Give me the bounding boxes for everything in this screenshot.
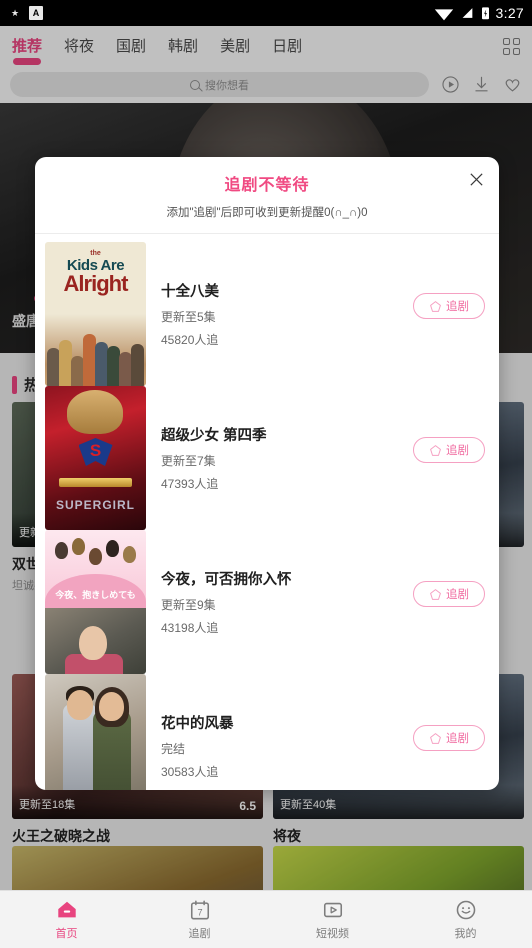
poster-logo: 今夜、抱きしめても [55,590,136,600]
follow-button-label: 追剧 [446,733,469,745]
show-title: 今夜，可否拥你入怀 [161,572,292,588]
status-bar: ★ A 3:27 [0,0,532,26]
show-episodes: 更新至7集 [161,454,216,468]
follow-button[interactable]: 追剧 [413,437,485,463]
poster-face-male [67,690,93,720]
close-icon[interactable] [465,168,487,190]
poster-face [79,626,107,660]
battery-icon [481,7,489,20]
show-poster [45,674,146,790]
show-followers: 30583人追 [161,765,219,779]
list-item[interactable]: 今夜、抱きしめても 今夜，可否拥你入怀 更新至9集 43198人追 追剧 [35,522,499,674]
status-bar-right: 3:27 [433,2,524,24]
nav-label-home: 首页 [55,927,78,940]
poster-logo: SUPERGIRL [55,498,135,512]
nav-item-mine[interactable]: 我的 [399,899,532,941]
list-item[interactable]: 花中的风暴 完结 30583人追 追剧 [35,666,499,790]
follow-button-label: 追剧 [446,301,469,313]
app-badge-icon: ★ [10,8,20,18]
list-item[interactable]: the Kids Are Alright 十全八美 更新至5集 45820人追 … [35,234,499,386]
app-root: ★ A 3:27 推荐 将夜 国剧 韩剧 美剧 日剧 搜你想看 盛唐 更新至18… [0,0,532,948]
follow-button[interactable]: 追剧 [413,581,485,607]
nav-label-mine: 我的 [454,927,477,940]
show-followers: 43198人追 [161,621,219,635]
show-poster: the Kids Are Alright [45,242,146,386]
follow-shows-dialog: 追剧不等待 添加"追剧"后即可收到更新提醒0(∩_∩)0 the Kids Ar… [35,157,499,790]
show-info: 今夜，可否拥你入怀 更新至9集 43198人追 [146,530,413,674]
show-poster: 今夜、抱きしめても [45,530,146,674]
svg-text:7: 7 [197,907,202,917]
show-info: 花中的风暴 完结 30583人追 [146,674,413,790]
list-item[interactable]: SUPERGIRL 超级少女 第四季 更新至7集 47393人追 追剧 [35,378,499,530]
nav-item-follow[interactable]: 7 追剧 [133,899,266,941]
follow-button[interactable]: 追剧 [413,293,485,319]
show-info: 超级少女 第四季 更新至7集 47393人追 [146,386,413,530]
smiley-face-icon [456,900,475,919]
show-followers: 45820人追 [161,333,219,347]
calendar-icon: 7 [190,900,209,919]
dialog-subtitle: 添加"追剧"后即可收到更新提醒0(∩_∩)0 [166,207,368,219]
show-poster: SUPERGIRL [45,386,146,530]
poster-face-female [99,692,124,721]
poster-the-text: the [90,250,101,257]
show-title: 超级少女 第四季 [161,428,267,444]
nav-item-shortvideo[interactable]: 短视频 [266,899,399,941]
show-title: 十全八美 [161,284,219,300]
letter-a-icon: A [29,6,43,20]
star-outline-icon [430,588,441,600]
show-list[interactable]: the Kids Are Alright 十全八美 更新至5集 45820人追 … [35,234,499,790]
star-outline-icon [430,444,441,456]
nav-label-follow: 追剧 [188,927,211,940]
follow-button-label: 追剧 [446,445,469,457]
show-episodes: 更新至5集 [161,310,216,324]
poster-figures [45,322,146,386]
poster-figures [51,538,140,576]
clock: 3:27 [495,5,524,21]
star-outline-icon [430,300,441,312]
show-episodes: 更新至9集 [161,598,216,612]
show-info: 十全八美 更新至5集 45820人追 [146,242,413,386]
nav-item-home[interactable]: 首页 [0,899,133,941]
dialog-title: 追剧不等待 [224,177,310,194]
bottom-navigation: 首页 7 追剧 短视频 我的 [0,890,532,948]
show-title: 花中的风暴 [161,716,234,732]
nav-label-shortvideo: 短视频 [316,927,349,940]
status-bar-left: ★ A [8,6,43,20]
poster-emblem [78,438,113,466]
star-outline-icon [430,732,441,744]
show-episodes: 完结 [161,742,186,756]
show-followers: 47393人追 [161,477,219,491]
poster-belt [59,478,132,487]
poster-line-2: Alright [63,271,129,296]
wifi-icon [434,9,453,21]
poster-art [67,390,123,434]
follow-button[interactable]: 追剧 [413,725,485,751]
signal-icon [462,7,472,18]
home-icon [57,901,76,917]
follow-button-label: 追剧 [446,589,469,601]
video-play-icon [323,902,342,917]
